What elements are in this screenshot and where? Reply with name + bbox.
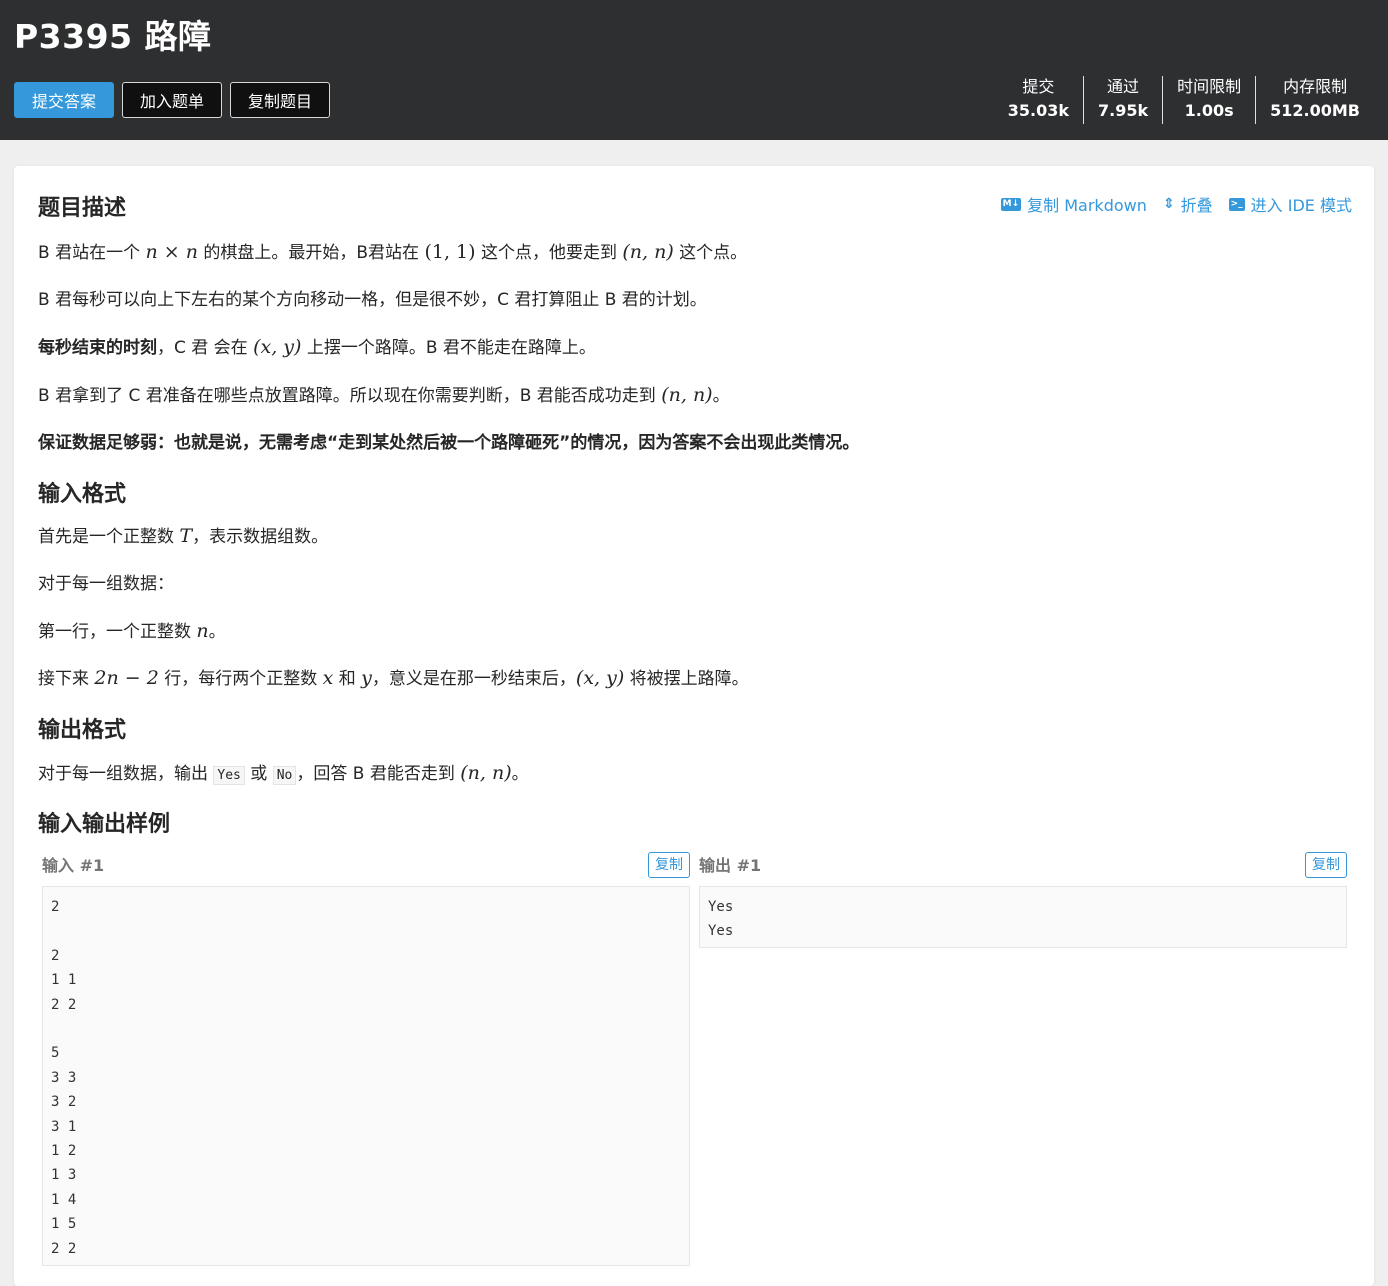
markdown-icon: M↓ — [1000, 197, 1022, 211]
sample-input-content: 2 2 1 1 2 2 5 3 3 3 2 3 1 1 2 1 3 1 4 1 … — [42, 886, 690, 1266]
sample-output-title: 输出 #1 — [699, 856, 762, 875]
sample-output-header: 输出 #1 复制 — [699, 846, 1347, 886]
code-yes: Yes — [213, 766, 245, 785]
copy-problem-button[interactable]: 复制题目 — [230, 82, 331, 118]
submit-button[interactable]: 提交答案 — [14, 82, 115, 118]
code-no: No — [272, 766, 297, 785]
section-title-samples: 输入输出样例 — [38, 812, 171, 837]
stat-time-limit: 时间限制 1.00s — [1162, 76, 1255, 124]
add-to-list-button[interactable]: 加入题单 — [122, 82, 223, 118]
stat-label: 内存限制 — [1283, 77, 1348, 96]
terminal-icon: >_ — [1228, 197, 1245, 211]
sample-input-block: 输入 #1 复制 2 2 1 1 2 2 5 3 3 3 2 3 1 1 2 1… — [42, 846, 690, 1266]
stat-submissions: 提交 35.03k — [994, 76, 1083, 124]
fold-icon: ⇕ — [1162, 196, 1175, 212]
copy-input-button[interactable]: 复制 — [648, 852, 690, 878]
stat-value: 35.03k — [1007, 101, 1069, 120]
sample-input-title: 输入 #1 — [42, 856, 105, 875]
input-paragraph-3: 第一行，一个正整数 n。 — [38, 620, 226, 642]
copy-markdown-label: 复制 Markdown — [1027, 196, 1147, 215]
header-buttons: 提交答案 加入题单 复制题目 — [14, 82, 331, 118]
section-title-description: 题目描述 — [38, 196, 127, 221]
sample-output-content: Yes Yes — [699, 886, 1347, 948]
fold-button[interactable]: ⇕ 折叠 — [1163, 192, 1213, 216]
copy-output-button[interactable]: 复制 — [1305, 852, 1347, 878]
desc-paragraph-5: 保证数据足够弱：也就是说，无需考虑“走到某处然后被一个路障砸死”的情况，因为答案… — [38, 433, 860, 453]
ide-mode-button[interactable]: >_ 进入 IDE 模式 — [1228, 192, 1352, 216]
input-paragraph-1: 首先是一个正整数 T，表示数据组数。 — [38, 525, 329, 547]
problem-card: M↓ 复制 Markdown ⇕ 折叠 >_ 进入 IDE 模式 题目描述 B … — [14, 166, 1374, 1286]
fold-label: 折叠 — [1180, 196, 1213, 215]
desc-paragraph-2: B 君每秒可以向上下左右的某个方向移动一格，但是很不妙，C 君打算阻止 B 君的… — [38, 290, 707, 310]
stat-label: 时间限制 — [1177, 77, 1242, 96]
stat-label: 提交 — [1022, 77, 1055, 96]
stat-value: 512.00MB — [1270, 101, 1360, 120]
ide-mode-label: 进入 IDE 模式 — [1250, 196, 1352, 215]
stat-accepted: 通过 7.95k — [1083, 76, 1162, 124]
desc-paragraph-3: 每秒结束的时刻，C 君 会在 (x, y) 上摆一个路障。B 君不能走在路障上。 — [38, 336, 596, 358]
desc-paragraph-4: B 君拿到了 C 君准备在哪些点放置路障。所以现在你需要判断，B 君能否成功走到… — [38, 384, 730, 406]
section-title-output: 输出格式 — [38, 718, 127, 743]
stat-memory-limit: 内存限制 512.00MB — [1255, 76, 1374, 124]
problem-stats: 提交 35.03k 通过 7.95k 时间限制 1.00s 内存限制 512.0… — [994, 76, 1374, 124]
copy-markdown-button[interactable]: M↓ 复制 Markdown — [1000, 192, 1147, 216]
problem-toolbar: M↓ 复制 Markdown ⇕ 折叠 >_ 进入 IDE 模式 — [1000, 192, 1352, 216]
sample-output-block: 输出 #1 复制 Yes Yes — [699, 846, 1347, 948]
problem-title: P3395 路障 — [14, 17, 212, 56]
output-paragraph-1: 对于每一组数据，输出 Yes 或 No ，回答 B 君能否走到 (n, n)。 — [38, 762, 529, 785]
problem-header: P3395 路障 提交答案 加入题单 复制题目 提交 35.03k 通过 7.9… — [0, 0, 1388, 140]
stat-label: 通过 — [1107, 77, 1140, 96]
section-title-input: 输入格式 — [38, 482, 127, 507]
stat-value: 7.95k — [1098, 101, 1149, 120]
input-paragraph-4: 接下来 2n − 2 行，每行两个正整数 x 和 y，意义是在那一秒结束后，(x… — [38, 667, 749, 689]
input-paragraph-2: 对于每一组数据： — [38, 574, 174, 594]
sample-input-header: 输入 #1 复制 — [42, 846, 690, 886]
desc-paragraph-1: B 君站在一个 n × n 的棋盘上。最开始，B君站在 (1, 1) 这个点，他… — [38, 241, 748, 263]
stat-value: 1.00s — [1184, 101, 1234, 120]
